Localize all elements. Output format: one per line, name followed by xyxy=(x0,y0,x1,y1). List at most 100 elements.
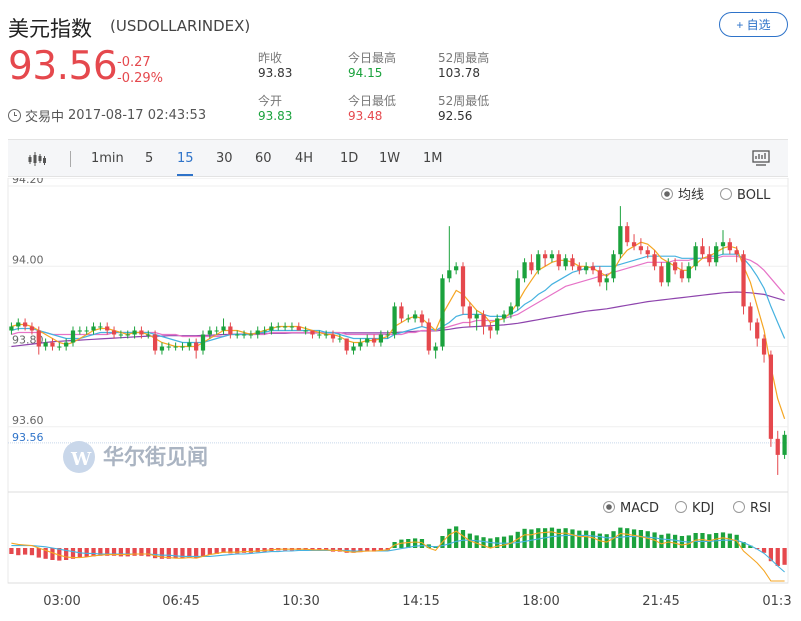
week52-high-value: 103.78 xyxy=(438,66,480,80)
x-tick-label-0: 03:00 xyxy=(43,594,80,609)
candle-110 xyxy=(761,334,767,363)
candle-body-12 xyxy=(91,326,96,331)
candle-body-95 xyxy=(659,266,664,283)
tab-5[interactable]: 5 xyxy=(145,151,153,166)
tab-15[interactable]: 15 xyxy=(177,151,194,166)
candle-body-98 xyxy=(679,270,685,279)
chart-display-icon[interactable] xyxy=(752,150,770,167)
candle-62 xyxy=(433,342,438,359)
indicator-kdj-label: KDJ xyxy=(692,501,714,516)
candle-body-13 xyxy=(98,326,103,328)
tab-1m[interactable]: 1M xyxy=(423,151,443,166)
candle-body-110 xyxy=(761,338,767,355)
tab-1min[interactable]: 1min xyxy=(91,151,124,166)
overlay-option-ma[interactable]: 均线 xyxy=(661,188,705,203)
day-low-value: 93.48 xyxy=(348,109,383,123)
candle-105 xyxy=(727,238,732,255)
candle-74 xyxy=(515,270,520,311)
candle-body-80 xyxy=(556,254,561,267)
macd-bar-6 xyxy=(50,548,55,560)
quote-datetime: 2017-08-17 02:43:53 xyxy=(68,108,207,123)
week52-low-label: 52周最低 xyxy=(438,94,490,108)
candle-body-1 xyxy=(16,322,21,327)
candle-body-60 xyxy=(419,314,425,323)
open-value: 93.83 xyxy=(258,109,293,123)
candle-body-2 xyxy=(22,322,28,327)
macd-bar-97 xyxy=(672,534,678,548)
macd-bar-24 xyxy=(173,548,178,559)
tab-1w[interactable]: 1W xyxy=(379,151,400,166)
candle-89 xyxy=(618,206,623,259)
candle-56 xyxy=(392,302,397,339)
macd-panel xyxy=(9,526,787,582)
candle-body-99 xyxy=(686,266,691,279)
chart-grid xyxy=(7,178,789,584)
price-chart[interactable]: 94.2094.0093.8093.6093.56 W 华尔街见闻 03:00 0… xyxy=(0,178,801,621)
indicator-option-macd[interactable]: MACD xyxy=(603,501,659,516)
svg-text:W: W xyxy=(70,449,92,470)
candle-35 xyxy=(248,330,254,339)
instrument-code: (USDOLLARINDEX) xyxy=(110,17,251,35)
candle-104 xyxy=(720,230,726,255)
candle-body-92 xyxy=(638,246,644,251)
candle-body-53 xyxy=(371,338,377,343)
candle-81 xyxy=(563,254,568,271)
candle-108 xyxy=(748,302,753,331)
candle-66 xyxy=(460,262,466,315)
candle-body-81 xyxy=(563,258,568,267)
candle-body-97 xyxy=(672,262,678,271)
candle-64 xyxy=(447,226,452,283)
macd-bar-1 xyxy=(16,548,21,556)
candle-58 xyxy=(406,314,411,323)
chart-frame xyxy=(7,178,789,584)
candle-body-104 xyxy=(720,242,726,247)
indicator-macd-label: MACD xyxy=(620,501,659,516)
tab-30[interactable]: 30 xyxy=(216,151,233,166)
candle-body-105 xyxy=(727,242,732,251)
candle-body-45 xyxy=(317,334,322,336)
add-to-watchlist-button[interactable]: + 自选 xyxy=(719,12,788,37)
candle-body-89 xyxy=(618,226,623,255)
overlay-option-boll[interactable]: BOLL xyxy=(720,188,772,203)
watermark-text: 华尔街见闻 xyxy=(103,444,208,469)
candle-40 xyxy=(282,322,288,331)
candle-85 xyxy=(590,262,596,275)
candle-109 xyxy=(755,318,760,347)
candle-body-22 xyxy=(159,346,165,351)
candle-72 xyxy=(501,310,507,323)
y-axis-labels: 94.2094.0093.8093.6093.56 xyxy=(12,178,44,444)
macd-bar-92 xyxy=(638,530,644,548)
clock-icon xyxy=(8,109,21,122)
candle-body-17 xyxy=(125,334,130,336)
macd-bar-65 xyxy=(454,526,459,548)
macd-bar-19 xyxy=(139,548,144,556)
macd-bar-28 xyxy=(200,548,206,557)
candle-body-71 xyxy=(495,318,500,331)
macd-bar-93 xyxy=(645,531,650,548)
candlestick-icon[interactable] xyxy=(28,151,46,167)
candle-body-85 xyxy=(590,266,596,271)
tab-4h[interactable]: 4H xyxy=(295,151,313,166)
candle-body-32 xyxy=(228,326,233,335)
macd-bar-96 xyxy=(666,533,671,548)
candle-65 xyxy=(454,262,459,275)
candle-body-11 xyxy=(84,330,89,332)
overlay-boll-label: BOLL xyxy=(737,188,771,203)
candle-body-86 xyxy=(597,270,602,283)
day-high-value: 94.15 xyxy=(348,66,383,80)
candle-body-75 xyxy=(522,262,527,279)
tab-1d[interactable]: 1D xyxy=(340,151,358,166)
candle-26 xyxy=(187,338,192,351)
candle-27 xyxy=(194,338,199,359)
candle-body-42 xyxy=(296,326,301,331)
indicator-option-kdj[interactable]: KDJ xyxy=(675,501,715,516)
macd-bar-85 xyxy=(590,531,596,548)
tab-60[interactable]: 60 xyxy=(255,151,272,166)
candle-body-46 xyxy=(324,334,329,336)
candle-33 xyxy=(235,330,240,339)
candle-body-93 xyxy=(645,250,650,255)
indicator-option-rsi[interactable]: RSI xyxy=(733,501,772,516)
price-change-percent: -0.29% xyxy=(117,71,163,86)
candle-96 xyxy=(666,258,671,287)
candle-body-49 xyxy=(344,338,349,351)
